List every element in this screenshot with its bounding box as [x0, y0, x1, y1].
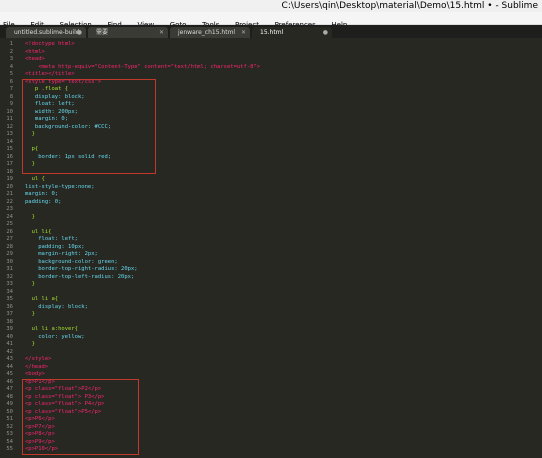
tab-15-html[interactable]: 15.html ●: [252, 27, 332, 38]
code-editor[interactable]: 1 <!doctype html> 2 <html> 3 <head> 4 <meta ht…: [0, 38, 542, 458]
line-number: 55: [6, 446, 13, 452]
window-title: C:\Users\qin\Desktop\material\Demo\15.ht…: [281, 1, 538, 11]
close-icon[interactable]: ✕: [241, 27, 246, 38]
tab-label: 需要: [96, 29, 109, 36]
title-bar: C:\Users\qin\Desktop\material\Demo\15.ht…: [0, 0, 542, 12]
tab-label: untitled.sublime-build: [14, 29, 80, 36]
tab-bar: untitled.sublime-build ● 需要 ✕ jenware_ch…: [0, 25, 542, 38]
close-icon[interactable]: ●: [323, 27, 328, 38]
tab-jenware[interactable]: jenware_ch15.html ✕: [170, 27, 250, 38]
tab-untitled-build[interactable]: untitled.sublime-build ●: [6, 27, 86, 38]
close-icon[interactable]: ✕: [159, 27, 164, 38]
menu-bar: File Edit Selection Find View Goto Tools…: [0, 12, 542, 29]
close-icon[interactable]: ●: [77, 27, 82, 38]
tab-notes[interactable]: 需要 ✕: [88, 27, 168, 38]
code-line: 55 <p>P10</p>: [0, 445, 542, 453]
code-text: <p>P10</p>: [25, 446, 59, 452]
tab-label: jenware_ch15.html: [178, 29, 236, 36]
tab-label: 15.html: [260, 29, 284, 36]
